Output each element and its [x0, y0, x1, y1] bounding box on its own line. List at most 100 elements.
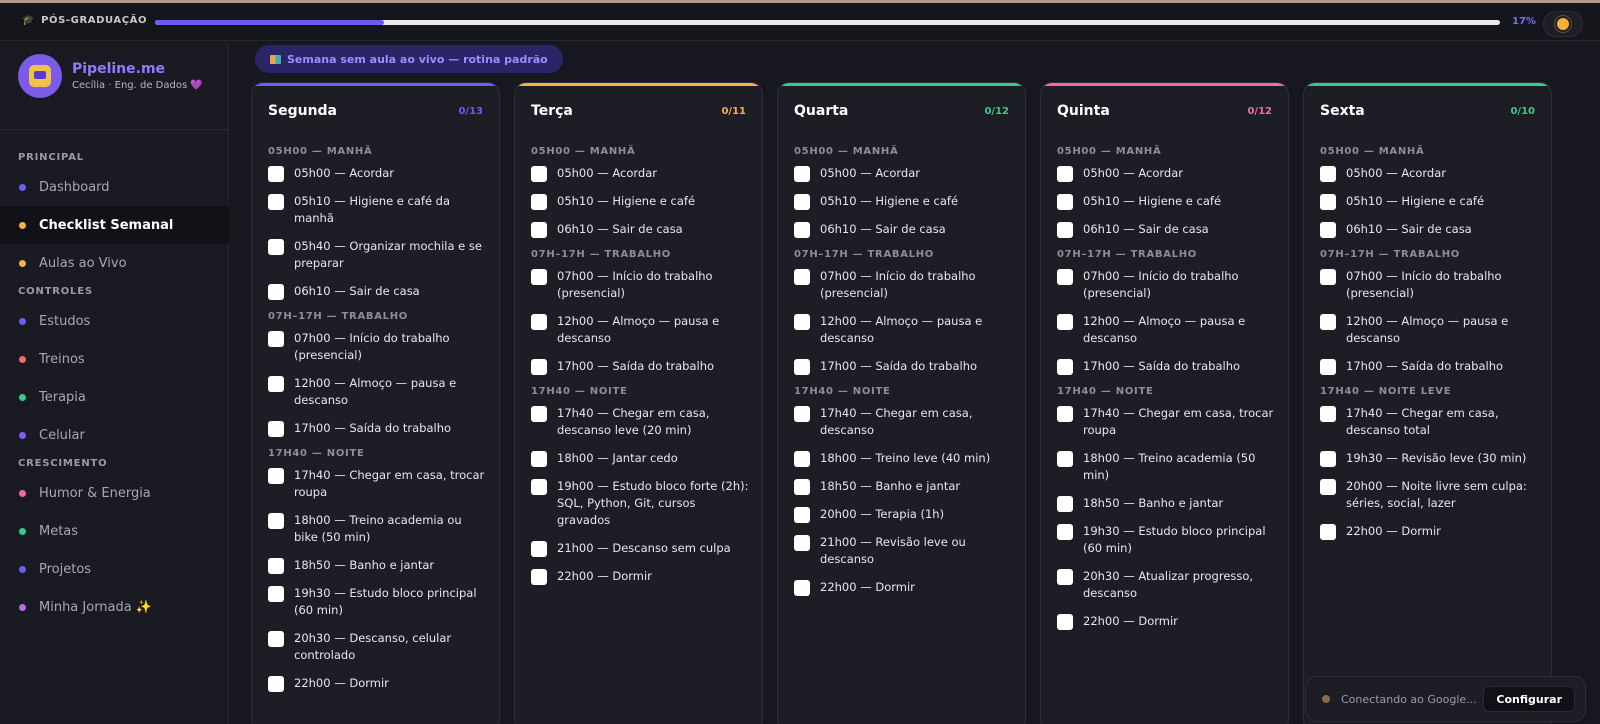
task-checkbox[interactable]: [1057, 166, 1073, 182]
task-checkbox[interactable]: [1320, 166, 1336, 182]
task-item[interactable]: 17h00 — Saída do trabalho: [268, 420, 487, 437]
task-checkbox[interactable]: [268, 468, 284, 484]
task-checkbox[interactable]: [794, 406, 810, 422]
task-item[interactable]: 05h10 — Higiene e café: [794, 193, 1013, 210]
task-item[interactable]: 21h00 — Descanso sem culpa: [531, 540, 750, 557]
task-checkbox[interactable]: [531, 166, 547, 182]
task-checkbox[interactable]: [268, 558, 284, 574]
task-checkbox[interactable]: [1320, 314, 1336, 330]
task-item[interactable]: 05h00 — Acordar: [268, 165, 487, 182]
task-checkbox[interactable]: [794, 479, 810, 495]
task-checkbox[interactable]: [1057, 451, 1073, 467]
task-item[interactable]: 18h50 — Banho e jantar: [268, 557, 487, 574]
task-checkbox[interactable]: [1320, 406, 1336, 422]
task-checkbox[interactable]: [1320, 479, 1336, 495]
task-item[interactable]: 17h40 — Chegar em casa, descanso total: [1320, 405, 1539, 439]
task-item[interactable]: 17h40 — Chegar em casa, trocar roupa: [268, 467, 487, 501]
task-item[interactable]: 19h30 — Revisão leve (30 min): [1320, 450, 1539, 467]
task-checkbox[interactable]: [268, 676, 284, 692]
task-item[interactable]: 06h10 — Sair de casa: [531, 221, 750, 238]
task-item[interactable]: 07h00 — Início do trabalho (presencial): [531, 268, 750, 302]
task-item[interactable]: 18h00 — Treino leve (40 min): [794, 450, 1013, 467]
task-item[interactable]: 22h00 — Dormir: [1057, 613, 1276, 630]
task-item[interactable]: 22h00 — Dormir: [531, 568, 750, 585]
task-item[interactable]: 05h00 — Acordar: [1057, 165, 1276, 182]
task-checkbox[interactable]: [1057, 194, 1073, 210]
task-checkbox[interactable]: [531, 406, 547, 422]
task-item[interactable]: 17h00 — Saída do trabalho: [1320, 358, 1539, 375]
task-checkbox[interactable]: [1057, 269, 1073, 285]
task-checkbox[interactable]: [794, 451, 810, 467]
task-item[interactable]: 06h10 — Sair de casa: [1057, 221, 1276, 238]
task-checkbox[interactable]: [531, 541, 547, 557]
task-checkbox[interactable]: [1057, 524, 1073, 540]
sidebar-item-humor-energia[interactable]: Humor & Energia: [0, 474, 229, 512]
sidebar-item-checklist-semanal[interactable]: Checklist Semanal: [0, 206, 229, 244]
task-item[interactable]: 07h00 — Início do trabalho (presencial): [268, 330, 487, 364]
task-item[interactable]: 12h00 — Almoço — pausa e descanso: [268, 375, 487, 409]
task-checkbox[interactable]: [531, 269, 547, 285]
sidebar-item-treinos[interactable]: Treinos: [0, 340, 229, 378]
sidebar-item-celular[interactable]: Celular: [0, 416, 229, 454]
sidebar-item-dashboard[interactable]: Dashboard: [0, 168, 229, 206]
task-item[interactable]: 05h10 — Higiene e café: [531, 193, 750, 210]
task-item[interactable]: 22h00 — Dormir: [268, 675, 487, 692]
task-item[interactable]: 05h00 — Acordar: [794, 165, 1013, 182]
task-checkbox[interactable]: [531, 479, 547, 495]
task-checkbox[interactable]: [1320, 451, 1336, 467]
task-item[interactable]: 06h10 — Sair de casa: [1320, 221, 1539, 238]
task-checkbox[interactable]: [268, 586, 284, 602]
sidebar-item-terapia[interactable]: Terapia: [0, 378, 229, 416]
task-checkbox[interactable]: [1320, 524, 1336, 540]
task-item[interactable]: 17h00 — Saída do trabalho: [531, 358, 750, 375]
task-checkbox[interactable]: [1057, 406, 1073, 422]
task-checkbox[interactable]: [1057, 359, 1073, 375]
sidebar-item-minha-jornada[interactable]: Minha Jornada ✨: [0, 588, 229, 626]
task-checkbox[interactable]: [1320, 269, 1336, 285]
task-checkbox[interactable]: [268, 513, 284, 529]
task-item[interactable]: 20h30 — Atualizar progresso, descanso: [1057, 568, 1276, 602]
sidebar-item-metas[interactable]: Metas: [0, 512, 229, 550]
task-checkbox[interactable]: [268, 376, 284, 392]
task-checkbox[interactable]: [794, 166, 810, 182]
task-item[interactable]: 18h00 — Treino academia (50 min): [1057, 450, 1276, 484]
task-checkbox[interactable]: [268, 421, 284, 437]
sidebar-item-projetos[interactable]: Projetos: [0, 550, 229, 588]
task-item[interactable]: 07h00 — Início do trabalho (presencial): [1320, 268, 1539, 302]
task-item[interactable]: 17h40 — Chegar em casa, descanso leve (2…: [531, 405, 750, 439]
task-item[interactable]: 05h10 — Higiene e café da manhã: [268, 193, 487, 227]
task-item[interactable]: 17h00 — Saída do trabalho: [1057, 358, 1276, 375]
task-checkbox[interactable]: [794, 359, 810, 375]
task-item[interactable]: 19h30 — Estudo bloco principal (60 min): [1057, 523, 1276, 557]
task-checkbox[interactable]: [1320, 222, 1336, 238]
configure-button[interactable]: Configurar: [1483, 686, 1575, 712]
task-item[interactable]: 07h00 — Início do trabalho (presencial): [1057, 268, 1276, 302]
sidebar-item-estudos[interactable]: Estudos: [0, 302, 229, 340]
task-item[interactable]: 05h10 — Higiene e café: [1057, 193, 1276, 210]
task-item[interactable]: 22h00 — Dormir: [794, 579, 1013, 596]
task-item[interactable]: 05h10 — Higiene e café: [1320, 193, 1539, 210]
task-checkbox[interactable]: [794, 535, 810, 551]
task-item[interactable]: 21h00 — Revisão leve ou descanso: [794, 534, 1013, 568]
task-checkbox[interactable]: [794, 194, 810, 210]
task-checkbox[interactable]: [1057, 222, 1073, 238]
task-checkbox[interactable]: [531, 222, 547, 238]
task-checkbox[interactable]: [268, 631, 284, 647]
task-checkbox[interactable]: [531, 194, 547, 210]
task-item[interactable]: 18h00 — Jantar cedo: [531, 450, 750, 467]
task-checkbox[interactable]: [268, 331, 284, 347]
theme-toggle-button[interactable]: [1543, 11, 1583, 37]
task-checkbox[interactable]: [531, 314, 547, 330]
task-item[interactable]: 18h50 — Banho e jantar: [1057, 495, 1276, 512]
task-item[interactable]: 12h00 — Almoço — pausa e descanso: [794, 313, 1013, 347]
task-item[interactable]: 19h30 — Estudo bloco principal (60 min): [268, 585, 487, 619]
task-item[interactable]: 17h00 — Saída do trabalho: [794, 358, 1013, 375]
task-checkbox[interactable]: [1320, 194, 1336, 210]
task-checkbox[interactable]: [794, 507, 810, 523]
task-item[interactable]: 06h10 — Sair de casa: [794, 221, 1013, 238]
task-item[interactable]: 18h00 — Treino academia ou bike (50 min): [268, 512, 487, 546]
task-checkbox[interactable]: [531, 451, 547, 467]
task-item[interactable]: 20h00 — Terapia (1h): [794, 506, 1013, 523]
task-checkbox[interactable]: [531, 569, 547, 585]
task-checkbox[interactable]: [268, 284, 284, 300]
